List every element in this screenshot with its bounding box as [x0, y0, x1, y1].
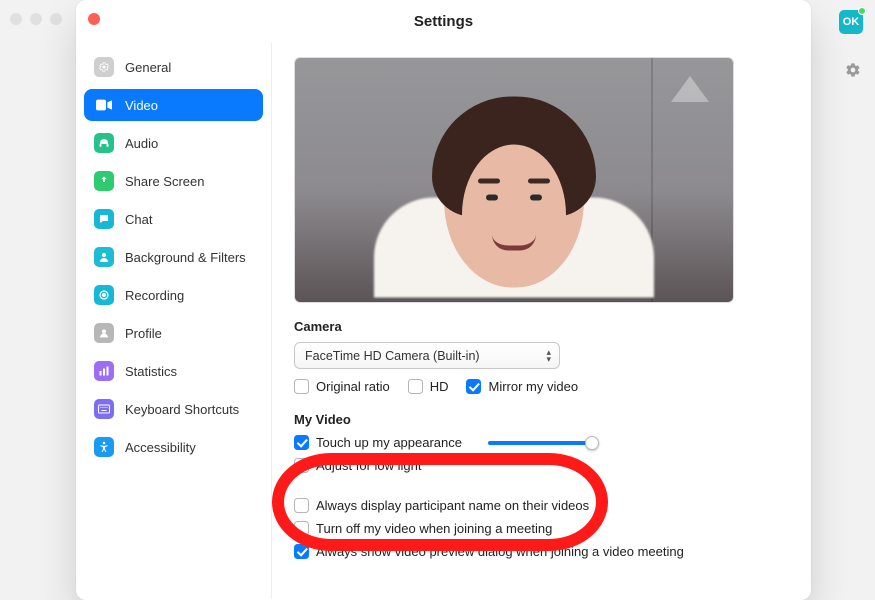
- sidebar-item-label: Recording: [125, 288, 184, 303]
- chevron-updown-icon: ▴▾: [546, 349, 551, 363]
- camera-select[interactable]: FaceTime HD Camera (Built-in) ▴▾: [294, 342, 560, 369]
- keyboard-icon: [94, 399, 114, 419]
- window-title: Settings: [76, 0, 811, 43]
- hd-checkbox[interactable]: HD: [408, 379, 449, 394]
- video-preview: [294, 57, 734, 303]
- checkbox-icon: [294, 435, 309, 450]
- checkbox-icon: [294, 544, 309, 559]
- touch-up-appearance-checkbox[interactable]: Touch up my appearance: [294, 435, 462, 450]
- sidebar-item-chat[interactable]: Chat: [84, 203, 263, 235]
- my-video-section-label: My Video: [294, 412, 789, 427]
- camera-section-label: Camera: [294, 319, 789, 334]
- bar-chart-icon: [94, 361, 114, 381]
- sidebar-item-accessibility[interactable]: Accessibility: [84, 431, 263, 463]
- settings-gear-icon[interactable]: [845, 62, 861, 83]
- checkbox-icon: [294, 498, 309, 513]
- sidebar-item-label: Statistics: [125, 364, 177, 379]
- video-preview-dialog-checkbox[interactable]: Always show video preview dialog when jo…: [294, 544, 684, 559]
- bg-light: [50, 13, 62, 25]
- checkbox-label: Turn off my video when joining a meeting: [316, 521, 552, 536]
- sidebar-item-audio[interactable]: Audio: [84, 127, 263, 159]
- touch-up-slider[interactable]: [488, 441, 592, 445]
- sidebar-item-keyboard-shortcuts[interactable]: Keyboard Shortcuts: [84, 393, 263, 425]
- checkbox-icon: [294, 458, 309, 473]
- turn-off-video-join-checkbox[interactable]: Turn off my video when joining a meeting: [294, 521, 552, 536]
- display-participant-name-checkbox[interactable]: Always display participant name on their…: [294, 498, 589, 513]
- share-screen-icon: [94, 171, 114, 191]
- sidebar-item-video[interactable]: Video: [84, 89, 263, 121]
- checkbox-label: Always show video preview dialog when jo…: [316, 544, 684, 559]
- video-icon: [94, 95, 114, 115]
- checkbox-icon: [294, 521, 309, 536]
- sidebar-item-label: Audio: [125, 136, 158, 151]
- profile-icon: [94, 323, 114, 343]
- person-icon: [94, 247, 114, 267]
- checkbox-icon: [466, 379, 481, 394]
- presence-dot-icon: [858, 7, 866, 15]
- gear-icon: [94, 57, 114, 77]
- sidebar-item-label: Chat: [125, 212, 152, 227]
- adjust-low-light-checkbox[interactable]: Adjust for low light: [294, 458, 422, 473]
- sidebar-item-label: Video: [125, 98, 158, 113]
- sidebar-item-label: Profile: [125, 326, 162, 341]
- sidebar-item-label: Background & Filters: [125, 250, 246, 265]
- slider-knob-icon: [585, 436, 599, 450]
- settings-window: Settings General Video Audio: [76, 0, 811, 600]
- close-button[interactable]: [88, 13, 100, 25]
- checkbox-label: Adjust for low light: [316, 458, 422, 473]
- original-ratio-checkbox[interactable]: Original ratio: [294, 379, 390, 394]
- accessibility-icon: [94, 437, 114, 457]
- sidebar-item-recording[interactable]: Recording: [84, 279, 263, 311]
- bg-light: [10, 13, 22, 25]
- background-traffic-lights: [10, 13, 62, 25]
- checkbox-label: Touch up my appearance: [316, 435, 462, 450]
- sidebar-item-label: Keyboard Shortcuts: [125, 402, 239, 417]
- camera-select-value: FaceTime HD Camera (Built-in): [305, 349, 480, 363]
- avatar-initials: OK: [843, 16, 860, 28]
- sidebar-item-label: Share Screen: [125, 174, 205, 189]
- sidebar-item-share-screen[interactable]: Share Screen: [84, 165, 263, 197]
- sidebar-item-label: Accessibility: [125, 440, 196, 455]
- sidebar-item-label: General: [125, 60, 171, 75]
- profile-avatar[interactable]: OK: [839, 10, 863, 34]
- sidebar-item-background-filters[interactable]: Background & Filters: [84, 241, 263, 273]
- mirror-video-checkbox[interactable]: Mirror my video: [466, 379, 578, 394]
- checkbox-icon: [408, 379, 423, 394]
- checkbox-label: Original ratio: [316, 379, 390, 394]
- record-icon: [94, 285, 114, 305]
- checkbox-label: Always display participant name on their…: [316, 498, 589, 513]
- sidebar-item-profile[interactable]: Profile: [84, 317, 263, 349]
- chat-icon: [94, 209, 114, 229]
- bg-light: [30, 13, 42, 25]
- checkbox-label: HD: [430, 379, 449, 394]
- checkbox-icon: [294, 379, 309, 394]
- sidebar-item-statistics[interactable]: Statistics: [84, 355, 263, 387]
- headphones-icon: [94, 133, 114, 153]
- sidebar-item-general[interactable]: General: [84, 51, 263, 83]
- settings-sidebar: General Video Audio Share Screen: [76, 43, 272, 599]
- settings-content: Camera FaceTime HD Camera (Built-in) ▴▾ …: [272, 43, 811, 599]
- checkbox-label: Mirror my video: [488, 379, 578, 394]
